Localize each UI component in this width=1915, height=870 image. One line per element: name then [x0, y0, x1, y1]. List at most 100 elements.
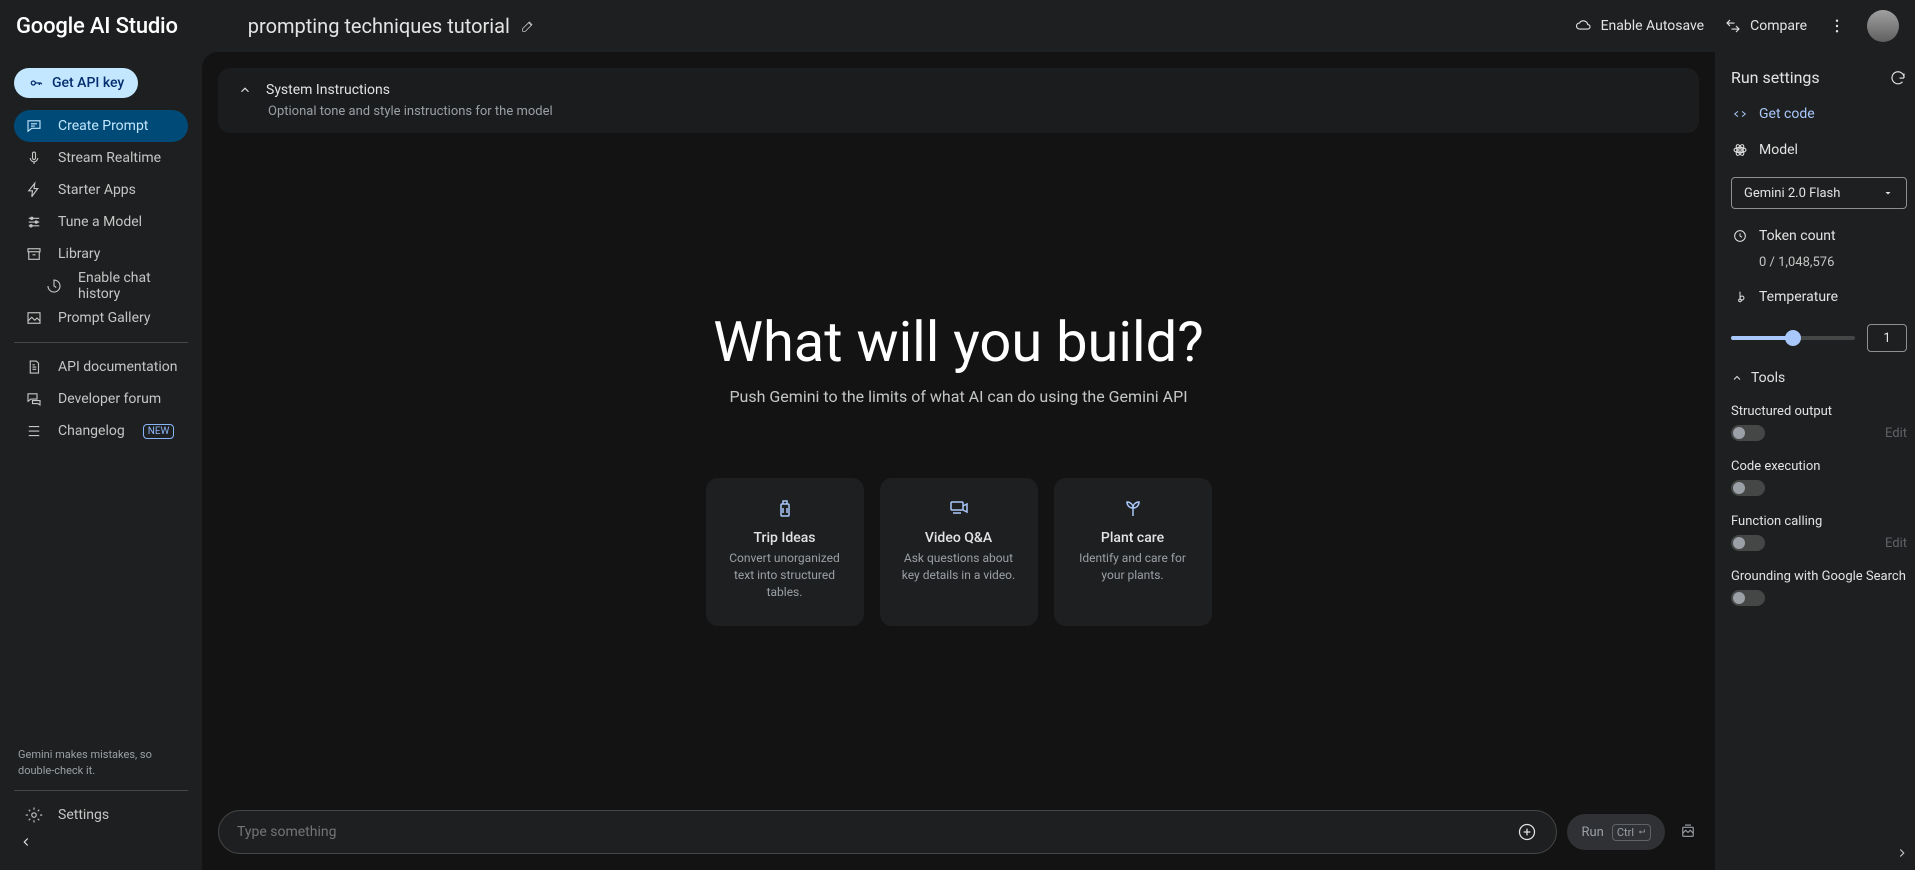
refresh-icon [1889, 69, 1907, 87]
more-vert-icon [1828, 17, 1846, 35]
prompt-input[interactable] [237, 824, 1516, 840]
hero-section: What will you build? Push Gemini to the … [218, 133, 1699, 802]
chevron-right-icon [1895, 846, 1909, 860]
sidebar-item-tune-model[interactable]: Tune a Model [14, 206, 188, 238]
plus-circle-icon [1517, 822, 1537, 842]
tool-grounding: Grounding with Google Search [1731, 569, 1907, 606]
reset-settings-button[interactable] [1889, 69, 1907, 87]
tool-label: Function calling [1731, 514, 1907, 529]
system-instructions-toggle[interactable]: System Instructions [238, 82, 1679, 98]
archive-icon [24, 244, 44, 264]
sidebar: Get API key Create Prompt Stream Realtim… [0, 52, 202, 870]
tool-label: Code execution [1731, 459, 1907, 474]
run-shortcut: Ctrl [1612, 824, 1651, 841]
cloud-icon [1575, 17, 1593, 35]
model-row: Model [1731, 141, 1907, 159]
model-value: Gemini 2.0 Flash [1744, 186, 1840, 201]
function-calling-edit[interactable]: Edit [1885, 536, 1907, 551]
tools-label: Tools [1751, 370, 1785, 386]
card-video-qa[interactable]: Video Q&A Ask questions about key detail… [880, 478, 1038, 626]
edit-icon[interactable] [520, 18, 536, 34]
add-attachment-button[interactable] [1516, 821, 1538, 843]
temperature-value[interactable]: 1 [1867, 324, 1907, 352]
function-calling-toggle[interactable] [1731, 535, 1765, 551]
image-icon [24, 308, 44, 328]
card-title: Plant care [1101, 530, 1164, 546]
hero-subtitle: Push Gemini to the limits of what AI can… [729, 387, 1187, 406]
tool-label: Grounding with Google Search [1731, 569, 1907, 584]
avatar[interactable] [1867, 10, 1899, 42]
expand-panel-button[interactable] [1895, 845, 1909, 864]
gear-icon [24, 805, 44, 825]
sidebar-item-prompt-gallery[interactable]: Prompt Gallery [14, 302, 188, 334]
doc-icon [24, 357, 44, 377]
sidebar-item-label: Tune a Model [58, 214, 142, 230]
topbar-actions: Enable Autosave Compare [1575, 10, 1899, 42]
app-logo[interactable]: Google AI Studio [16, 14, 178, 39]
sidebar-item-chat-history[interactable]: Enable chat history [14, 270, 188, 302]
run-button[interactable]: Run Ctrl [1567, 814, 1665, 850]
temperature-slider[interactable] [1731, 336, 1855, 340]
disclaimer-text: Gemini makes mistakes, so double-check i… [14, 747, 188, 778]
prompt-title[interactable]: prompting techniques tutorial [248, 14, 510, 38]
bolt-icon [24, 180, 44, 200]
structured-output-toggle[interactable] [1731, 425, 1765, 441]
api-key-label: Get API key [52, 75, 124, 91]
card-plant-care[interactable]: Plant care Identify and care for your pl… [1054, 478, 1212, 626]
sidebar-item-dev-forum[interactable]: Developer forum [14, 383, 188, 415]
get-api-key-button[interactable]: Get API key [14, 68, 138, 98]
enable-autosave-button[interactable]: Enable Autosave [1575, 17, 1705, 35]
list-icon [24, 421, 44, 441]
more-menu-button[interactable] [1827, 16, 1847, 36]
prompt-title-area: prompting techniques tutorial [248, 14, 536, 38]
sidebar-item-label: Library [58, 246, 100, 262]
code-execution-toggle[interactable] [1731, 480, 1765, 496]
collapse-sidebar-button[interactable] [14, 830, 38, 854]
new-badge: NEW [143, 424, 175, 439]
sidebar-item-create-prompt[interactable]: Create Prompt [14, 110, 188, 142]
sidebar-item-starter-apps[interactable]: Starter Apps [14, 174, 188, 206]
sidebar-item-api-docs[interactable]: API documentation [14, 351, 188, 383]
gallery-prompt-button[interactable] [1679, 822, 1699, 842]
panel-title: Run settings [1731, 68, 1820, 87]
compare-label: Compare [1750, 18, 1807, 34]
sidebar-item-stream-realtime[interactable]: Stream Realtime [14, 142, 188, 174]
luggage-icon [773, 496, 797, 520]
chevron-left-icon [19, 835, 33, 849]
chevron-up-icon [1731, 372, 1743, 384]
sidebar-item-changelog[interactable]: Changelog NEW [14, 415, 188, 447]
tool-code-execution: Code execution [1731, 459, 1907, 496]
card-title: Trip Ideas [753, 530, 815, 546]
structured-output-edit[interactable]: Edit [1885, 426, 1907, 441]
system-instructions-placeholder[interactable]: Optional tone and style instructions for… [238, 104, 1679, 119]
top-bar: Google AI Studio prompting techniques tu… [0, 0, 1915, 52]
history-icon [44, 276, 64, 296]
settings-button[interactable]: Settings [14, 790, 188, 822]
get-code-link[interactable]: Get code [1731, 105, 1907, 123]
compare-button[interactable]: Compare [1724, 17, 1807, 35]
sidebar-item-label: Starter Apps [58, 182, 136, 198]
card-trip-ideas[interactable]: Trip Ideas Convert unorganized text into… [706, 478, 864, 626]
chat-icon [24, 116, 44, 136]
token-row: Token count [1731, 227, 1907, 245]
model-label: Model [1759, 142, 1798, 158]
tools-toggle[interactable]: Tools [1731, 370, 1907, 386]
model-select[interactable]: Gemini 2.0 Flash [1731, 177, 1907, 209]
grounding-toggle[interactable] [1731, 590, 1765, 606]
hero-title: What will you build? [713, 309, 1203, 375]
sidebar-item-label: Enable chat history [78, 270, 178, 302]
temperature-label: Temperature [1759, 289, 1838, 305]
chevron-down-icon [1882, 187, 1894, 199]
sliders-icon [24, 212, 44, 232]
sidebar-item-library[interactable]: Library [14, 238, 188, 270]
tool-structured-output: Structured output Edit [1731, 404, 1907, 441]
token-icon [1731, 227, 1749, 245]
card-desc: Convert unorganized text into structured… [720, 550, 850, 600]
enter-icon [1636, 827, 1646, 837]
system-instructions-panel: System Instructions Optional tone and st… [218, 68, 1699, 133]
card-title: Video Q&A [925, 530, 992, 546]
tool-label: Structured output [1731, 404, 1907, 419]
tool-function-calling: Function calling Edit [1731, 514, 1907, 551]
atom-icon [1731, 141, 1749, 159]
prompt-input-container[interactable] [218, 810, 1557, 854]
